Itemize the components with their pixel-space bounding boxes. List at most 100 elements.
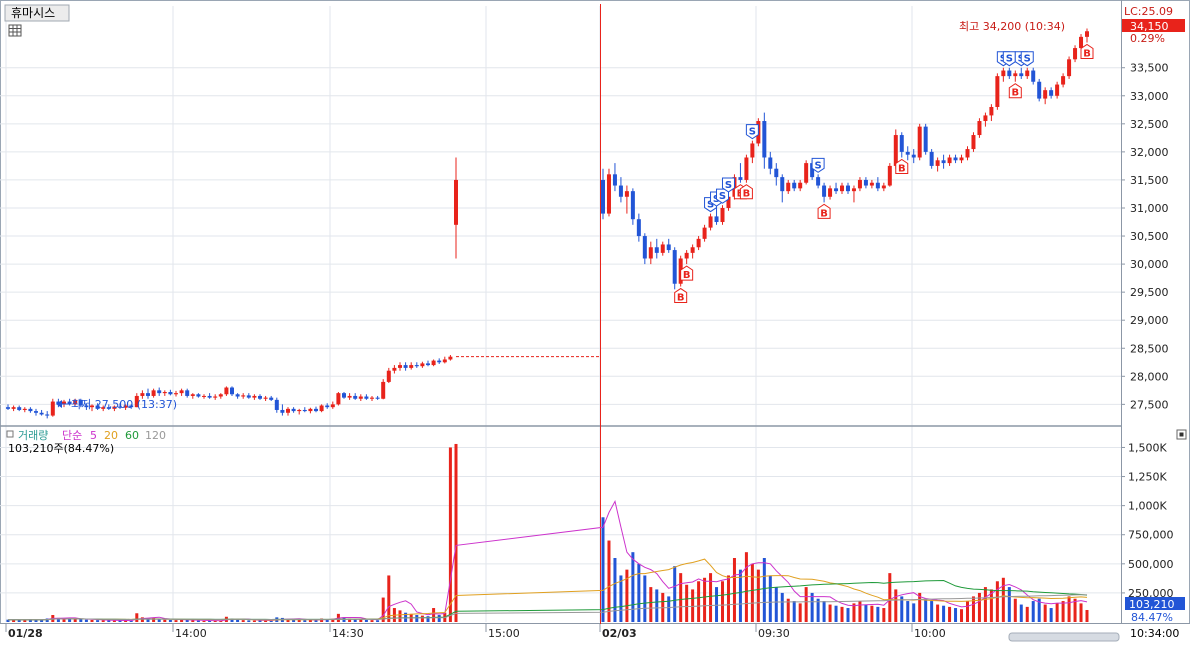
candle-body — [1037, 81, 1042, 99]
candle-body — [654, 247, 659, 253]
time-tick-label: 09:30 — [758, 627, 790, 640]
candle-body — [414, 365, 419, 367]
volume-bar — [370, 620, 374, 622]
volume-bar — [691, 589, 695, 622]
volume-bar — [1061, 601, 1065, 622]
volume-bar — [174, 620, 178, 622]
candle-body — [899, 135, 904, 152]
time-tick-label: 02/03 — [602, 627, 637, 640]
signal-letter: S — [719, 191, 726, 202]
volume-bar — [437, 615, 441, 622]
volume-bar — [84, 619, 88, 622]
candle-body — [370, 397, 374, 399]
candle-body — [840, 185, 845, 192]
signal-letter: S — [1006, 54, 1013, 65]
volume-bar — [792, 601, 796, 622]
candle-body — [168, 392, 173, 395]
candle-body — [786, 182, 791, 192]
candle-body — [22, 408, 27, 410]
candle-body — [1061, 76, 1066, 85]
high-price-label: 최고 34,200 (10:34) — [959, 20, 1065, 33]
candle-body — [1043, 90, 1048, 99]
candle-body — [953, 157, 958, 161]
volume-bar — [930, 601, 934, 622]
candle-body — [403, 365, 408, 368]
ma60-label: 60 — [125, 429, 139, 442]
volume-bar — [643, 575, 647, 622]
volume-bar — [1007, 587, 1011, 622]
candle-body — [1001, 70, 1006, 77]
volume-bar — [798, 603, 802, 622]
volume-bar — [768, 575, 772, 622]
grid-icon[interactable] — [8, 24, 22, 37]
volume-bar — [673, 566, 677, 622]
candle-body — [286, 408, 290, 413]
candle-body — [196, 394, 201, 397]
candle-body — [822, 185, 827, 197]
candle-body — [780, 177, 785, 192]
candle-body — [666, 244, 671, 251]
candle-body — [935, 160, 940, 166]
volume-bar — [619, 575, 623, 622]
candle-body — [437, 360, 442, 363]
candle-body — [280, 409, 285, 413]
candle-body — [353, 395, 358, 399]
candle-body — [851, 188, 856, 192]
volume-bar — [303, 620, 307, 622]
candle-body — [792, 182, 797, 189]
candle-body — [1025, 70, 1030, 77]
candle-body — [342, 393, 346, 398]
volume-bar — [1049, 608, 1053, 622]
candle-body — [162, 392, 167, 394]
volume-bar — [1055, 603, 1059, 622]
signal-letter: B — [743, 189, 751, 200]
candle-body — [893, 135, 898, 166]
candle-body — [50, 401, 55, 416]
candle-body — [774, 168, 779, 178]
candle-body — [714, 216, 719, 223]
candle-body — [409, 365, 414, 368]
horizontal-scrollbar[interactable] — [1008, 632, 1120, 642]
volume-bar — [876, 606, 880, 622]
time-tick-label: 14:30 — [332, 627, 364, 640]
candle-body — [235, 394, 240, 397]
price-tick-label: 27,500 — [1130, 398, 1169, 411]
candle-body — [983, 115, 988, 122]
volume-bar — [236, 619, 240, 622]
volume-bar — [625, 569, 629, 622]
candle-body — [381, 381, 386, 399]
candle-body — [190, 394, 195, 396]
candle-body — [454, 179, 458, 225]
volume-bar — [744, 552, 748, 622]
volume-bar — [202, 620, 206, 622]
volume-bar — [960, 609, 964, 622]
candle-body — [690, 247, 695, 253]
time-tick-label: 14:00 — [175, 627, 207, 640]
candle-body — [816, 177, 821, 186]
price-tick-label: 33,000 — [1130, 90, 1169, 103]
signal-letter: B — [898, 163, 906, 174]
signal-letter: B — [820, 208, 828, 219]
volume-bar — [196, 620, 200, 622]
candle-body — [618, 185, 623, 197]
time-tick-label: 10:00 — [914, 627, 946, 640]
volume-bar — [816, 598, 820, 622]
candle-body — [308, 408, 313, 412]
candle-body — [17, 407, 22, 410]
volume-bar — [721, 581, 725, 622]
volume-panel-icon[interactable] — [6, 430, 14, 438]
volume-bar — [685, 584, 689, 622]
candle-body — [911, 154, 916, 158]
volume-bar — [631, 552, 635, 622]
candle-body — [660, 244, 665, 253]
volume-bar — [101, 620, 105, 622]
collapse-icon[interactable] — [1176, 429, 1187, 440]
buy-signal-icon: B — [674, 287, 688, 304]
candle-body — [224, 387, 229, 395]
candle-body — [1031, 70, 1036, 82]
volume-bar — [1073, 598, 1077, 622]
volume-bar — [79, 619, 83, 622]
candle-body — [672, 250, 677, 284]
stock-chart-window: BBSSSSBBSBSBSSSSBB 휴마시스 최고 34,200 (10:34… — [0, 0, 1190, 643]
candle-body — [887, 165, 892, 186]
